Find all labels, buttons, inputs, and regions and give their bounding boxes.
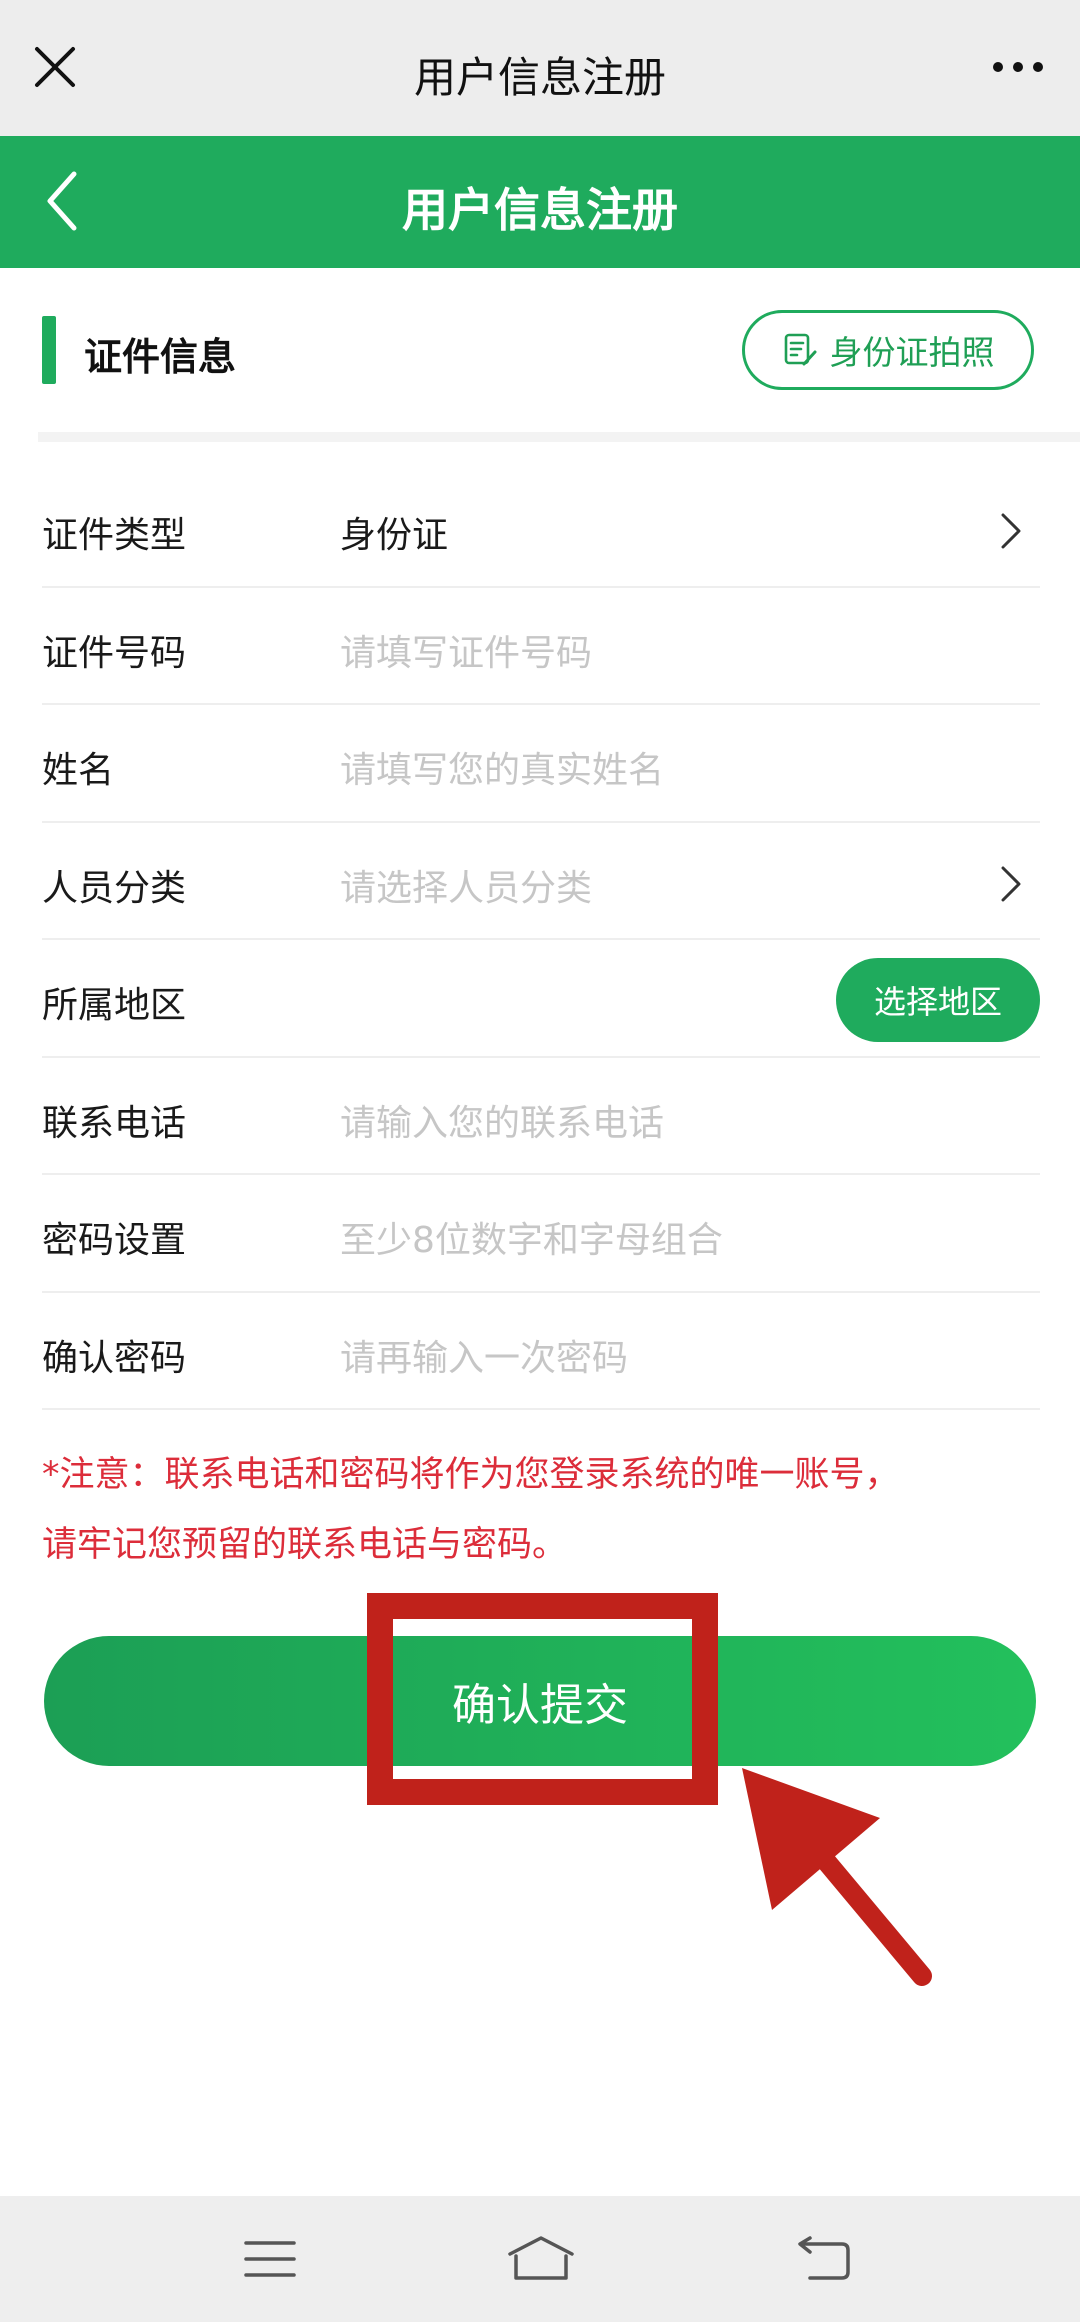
home-icon[interactable] <box>506 2234 576 2284</box>
password-input[interactable]: 至少8位数字和字母组合 <box>340 1211 723 1263</box>
document-icon <box>784 333 816 366</box>
menu-icon[interactable] <box>240 2234 300 2284</box>
person-category-select[interactable]: 请选择人员分类 <box>340 859 592 911</box>
page-title: 用户信息注册 <box>402 183 678 237</box>
confirm-password-input[interactable]: 请再输入一次密码 <box>340 1329 628 1381</box>
notice-text: *注意：联系电话和密码将作为您登录系统的唯一账号， 请牢记您预留的联系电话与密码… <box>42 1440 1042 1580</box>
notice-line-1: *注意：联系电话和密码将作为您登录系统的唯一账号， <box>42 1455 900 1495</box>
phone-input[interactable]: 请输入您的联系电话 <box>340 1094 664 1146</box>
region-row: 所属地区 选择地区 <box>42 940 1040 1058</box>
return-icon[interactable] <box>794 2234 854 2284</box>
submit-button[interactable]: 确认提交 <box>44 1636 1036 1766</box>
id-number-input[interactable]: 请填写证件号码 <box>340 624 592 676</box>
name-row: 姓名 请填写您的真实姓名 <box>42 705 1040 823</box>
page-header: 用户信息注册 <box>0 136 1080 268</box>
chevron-right-icon[interactable] <box>998 510 1024 552</box>
name-label: 姓名 <box>42 750 115 791</box>
section-title: 证件信息 <box>84 335 237 379</box>
region-label: 所属地区 <box>42 985 187 1026</box>
person-category-row[interactable]: 人员分类 请选择人员分类 <box>42 823 1040 940</box>
app-title: 用户信息注册 <box>413 53 666 102</box>
person-category-label: 人员分类 <box>42 867 187 909</box>
section-header: 证件信息 身份证拍照 <box>0 268 1080 438</box>
id-photo-button-label: 身份证拍照 <box>829 333 995 372</box>
select-region-button[interactable]: 选择地区 <box>836 958 1040 1042</box>
id-type-row[interactable]: 证件类型 身份证 <box>42 470 1040 588</box>
registration-form: 证件类型 身份证 证件号码 请填写证件号码 姓名 请填写您的真实姓名 人员分类 … <box>0 470 1080 1410</box>
id-type-value[interactable]: 身份证 <box>340 506 448 558</box>
section-accent-bar <box>42 316 56 384</box>
system-nav-bar <box>0 2196 1080 2322</box>
password-label: 密码设置 <box>42 1220 187 1261</box>
more-icon[interactable] <box>990 56 1046 78</box>
id-photo-button[interactable]: 身份证拍照 <box>742 310 1034 390</box>
name-input[interactable]: 请填写您的真实姓名 <box>340 741 664 793</box>
id-type-label: 证件类型 <box>42 515 187 556</box>
section-divider <box>38 432 1080 442</box>
annotation-arrow <box>742 1768 932 1986</box>
id-number-label: 证件号码 <box>42 632 187 674</box>
chevron-right-icon[interactable] <box>998 863 1024 905</box>
phone-row: 联系电话 请输入您的联系电话 <box>42 1058 1040 1175</box>
confirm-password-row: 确认密码 请再输入一次密码 <box>42 1293 1040 1410</box>
app-top-bar: 用户信息注册 <box>0 0 1080 136</box>
password-row: 密码设置 至少8位数字和字母组合 <box>42 1175 1040 1293</box>
notice-line-2: 请牢记您预留的联系电话与密码。 <box>42 1525 568 1565</box>
phone-label: 联系电话 <box>42 1102 187 1144</box>
confirm-password-label: 确认密码 <box>42 1337 187 1379</box>
submit-button-label: 确认提交 <box>452 1680 628 1731</box>
id-number-row: 证件号码 请填写证件号码 <box>42 588 1040 705</box>
